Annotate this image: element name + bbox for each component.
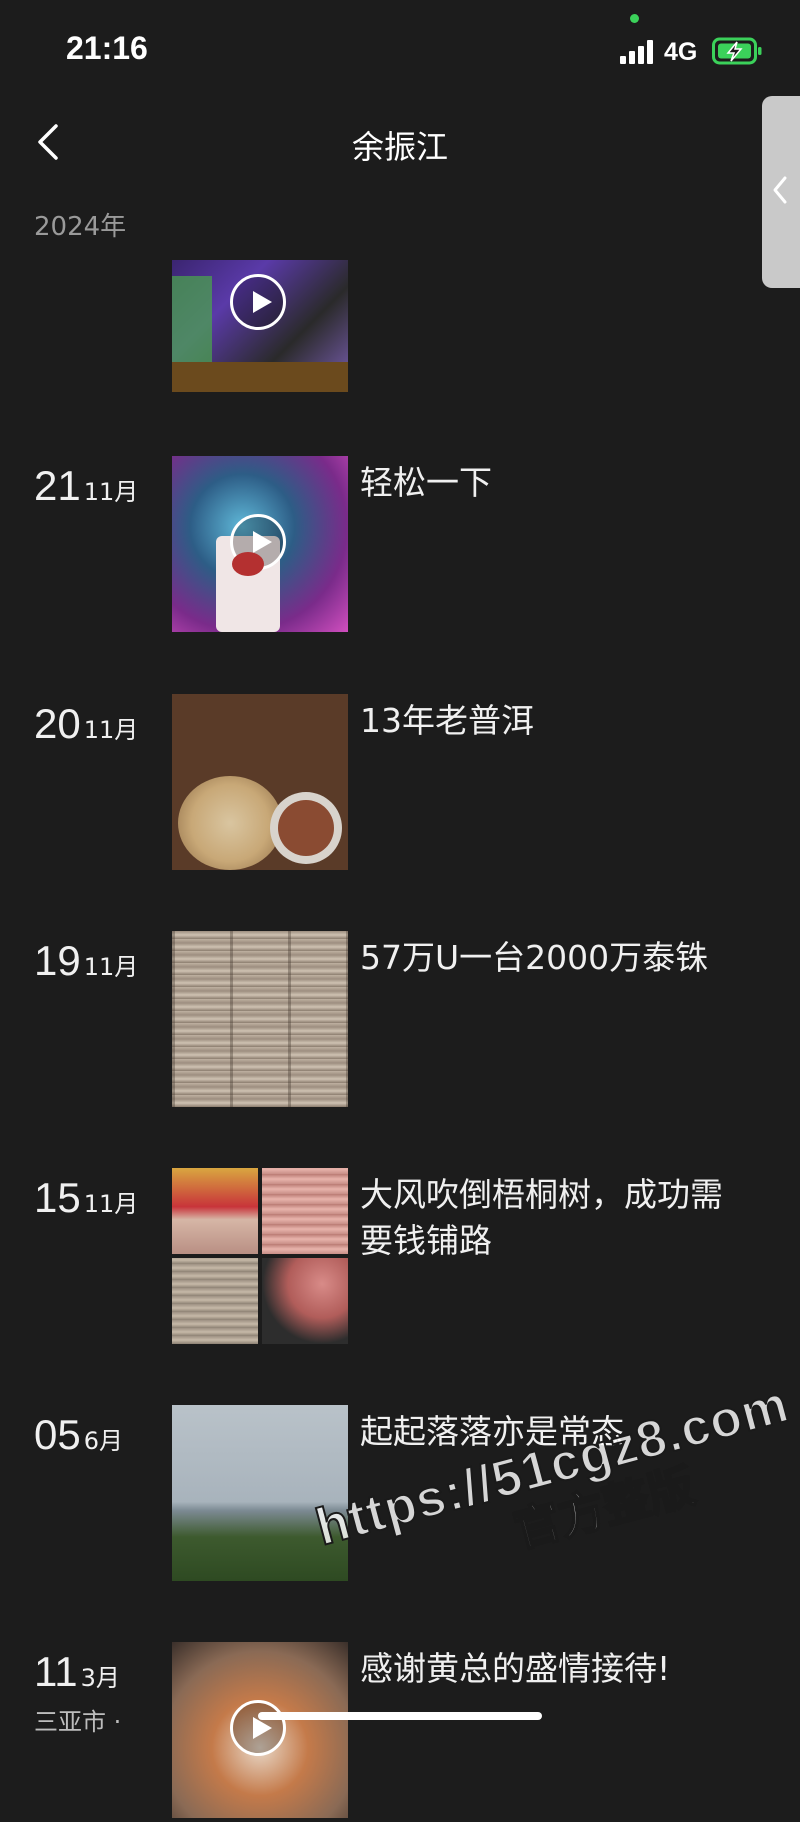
post-caption[interactable]: 感谢黄总的盛情接待! xyxy=(360,1646,740,1692)
post-day: 05 xyxy=(34,1411,81,1458)
list-item[interactable]: 20 11月 13年老普洱 xyxy=(0,694,800,874)
post-date: 21 11月 xyxy=(34,462,138,510)
post-date: 15 11月 xyxy=(34,1174,138,1222)
list-item[interactable]: 21 11月 轻松一下 xyxy=(0,456,800,636)
post-caption[interactable]: 轻松一下 xyxy=(360,460,740,506)
post-month: 11月 xyxy=(83,953,139,981)
post-thumbnail-grid[interactable] xyxy=(172,1168,348,1344)
play-icon[interactable] xyxy=(230,274,286,330)
post-date: 20 11月 xyxy=(34,700,138,748)
post-caption[interactable]: 13年老普洱 xyxy=(360,698,740,744)
post-day: 11 xyxy=(34,1648,78,1695)
grid-image[interactable] xyxy=(172,1168,258,1254)
post-day: 21 xyxy=(34,462,81,509)
post-caption[interactable]: 57万U一台2000万泰铢 xyxy=(360,935,740,981)
list-item[interactable]: 15 11月 大风吹倒梧桐树，成功需要钱铺路 xyxy=(0,1168,800,1348)
post-thumbnail[interactable] xyxy=(172,1405,348,1581)
post-date: 19 11月 xyxy=(34,937,138,985)
chevron-left-icon xyxy=(773,176,787,204)
side-panel-handle[interactable] xyxy=(762,96,800,288)
nav-header: 余振江 2024年 xyxy=(0,100,800,260)
post-day: 19 xyxy=(34,937,81,984)
post-month: 11月 xyxy=(83,716,139,744)
post-thumbnail[interactable] xyxy=(172,694,348,870)
post-month: 3月 xyxy=(80,1664,120,1692)
post-day: 20 xyxy=(34,700,81,747)
grid-image[interactable] xyxy=(262,1258,348,1344)
grid-image[interactable] xyxy=(172,1258,258,1344)
post-month: 6月 xyxy=(83,1427,123,1455)
page-title: 余振江 xyxy=(351,128,448,166)
play-icon[interactable] xyxy=(230,514,286,570)
post-month: 11月 xyxy=(83,1190,139,1218)
post-day: 15 xyxy=(34,1174,81,1221)
grid-image[interactable] xyxy=(262,1168,348,1254)
post-date: 05 6月 xyxy=(34,1411,123,1459)
post-location[interactable]: 三亚市 · xyxy=(34,1702,121,1737)
post-thumbnail[interactable] xyxy=(172,931,348,1107)
list-item[interactable]: 11 3月 三亚市 · 感谢黄总的盛情接待! xyxy=(0,1642,800,1822)
list-item[interactable]: 19 11月 57万U一台2000万泰铢 xyxy=(0,931,800,1111)
post-thumbnail[interactable] xyxy=(172,456,348,632)
post-caption[interactable]: 大风吹倒梧桐树，成功需要钱铺路 xyxy=(360,1172,740,1264)
home-indicator[interactable] xyxy=(258,1712,542,1720)
play-icon[interactable] xyxy=(230,1700,286,1756)
year-label: 2024年 xyxy=(34,212,127,242)
post-date: 11 3月 xyxy=(34,1648,120,1696)
post-thumbnail[interactable] xyxy=(172,1642,348,1818)
post-month: 11月 xyxy=(83,478,139,506)
